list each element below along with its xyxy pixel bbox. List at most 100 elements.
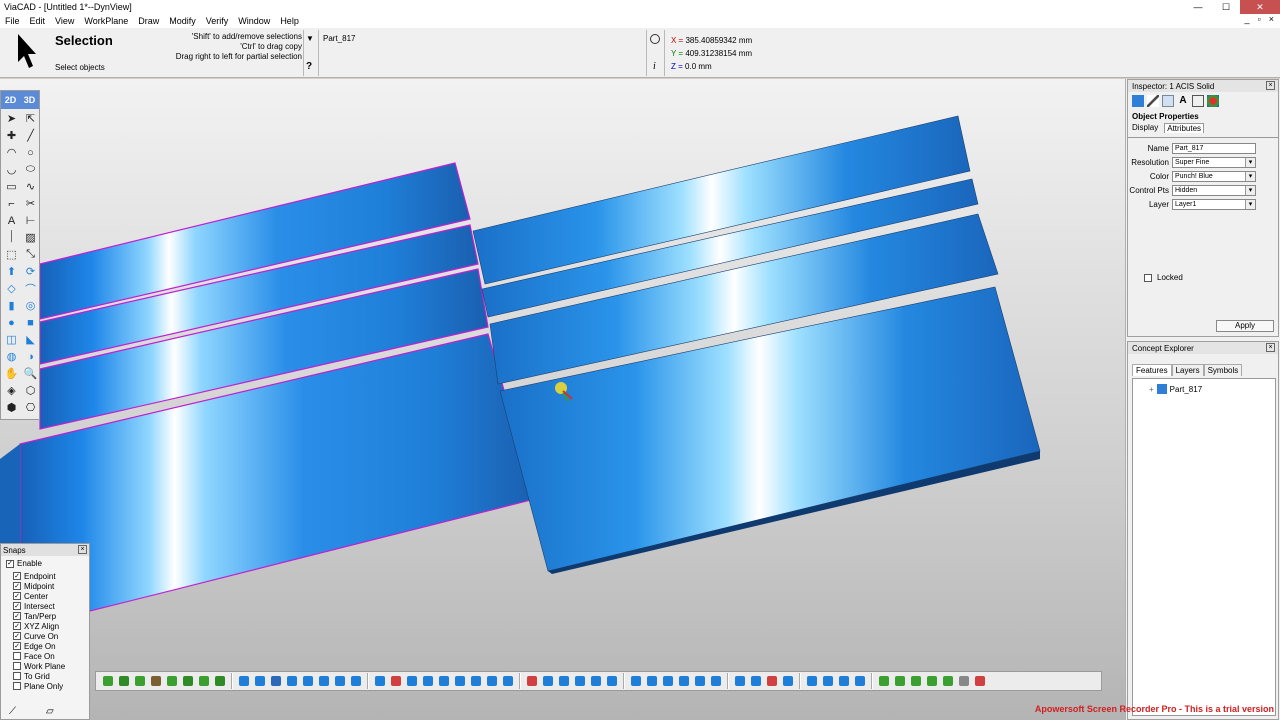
property-dropdown[interactable]: Hidden [1172, 184, 1256, 196]
doc-restore-button[interactable]: ▫ [1258, 14, 1261, 24]
tool-button-icon[interactable] [388, 674, 404, 688]
tool-button-icon[interactable] [732, 674, 748, 688]
tool-button-icon[interactable] [804, 674, 820, 688]
snap-checkbox[interactable] [13, 672, 21, 680]
tool-button-icon[interactable] [540, 674, 556, 688]
rectangle-icon[interactable]: ▭ [2, 178, 21, 195]
tab-attributes[interactable]: Attributes [1164, 123, 1205, 133]
3d-viewport[interactable] [0, 79, 1125, 720]
tool-button-icon[interactable] [708, 674, 724, 688]
snap-option[interactable]: ✓ Intersect [1, 601, 89, 611]
snap-option[interactable]: Face On [1, 651, 89, 661]
tool-button-icon[interactable] [484, 674, 500, 688]
info-icon[interactable]: i [653, 61, 656, 72]
tool-button-icon[interactable] [372, 674, 388, 688]
material-icon[interactable] [1162, 95, 1174, 107]
menu-help[interactable]: Help [275, 16, 304, 26]
tab-2d[interactable]: 2D [1, 91, 20, 109]
property-dropdown[interactable]: Punch! Blue [1172, 170, 1256, 182]
snap-checkbox[interactable] [13, 682, 21, 690]
tool-button-icon[interactable] [876, 674, 892, 688]
filter-dropdown-icon[interactable]: ▼ [306, 34, 314, 43]
snap-checkbox[interactable]: ✓ [13, 592, 21, 600]
tool-button-icon[interactable] [148, 674, 164, 688]
menu-draw[interactable]: Draw [133, 16, 164, 26]
snaps-enable-checkbox[interactable]: ✓ [6, 559, 14, 568]
render-settings-icon[interactable] [1207, 95, 1219, 107]
tab-layers[interactable]: Layers [1171, 364, 1204, 376]
tool-button-icon[interactable] [100, 674, 116, 688]
cylinder-icon[interactable]: ▮ [2, 297, 21, 314]
text-icon[interactable]: A [2, 212, 21, 229]
snap-checkbox[interactable] [13, 652, 21, 660]
fillet-icon[interactable]: ⌐ [2, 195, 21, 212]
tool-button-icon[interactable] [524, 674, 540, 688]
snap-option[interactable]: To Grid [1, 671, 89, 681]
zoom-icon[interactable]: 🔍 [21, 365, 40, 382]
snap-option[interactable]: ✓ XYZ Align [1, 621, 89, 631]
locked-checkbox[interactable] [1144, 273, 1152, 282]
circle-icon[interactable]: ○ [21, 144, 40, 161]
line-icon[interactable]: ╱ [21, 127, 40, 144]
tree-node-part[interactable]: + Part_817 [1149, 384, 1202, 394]
tool-button-icon[interactable] [780, 674, 796, 688]
tab-3d[interactable]: 3D [20, 91, 39, 109]
minimize-button[interactable]: — [1184, 0, 1212, 14]
tool-button-icon[interactable] [764, 674, 780, 688]
snap-checkbox[interactable]: ✓ [13, 642, 21, 650]
view-iso-icon[interactable]: ◈ [2, 382, 21, 399]
apply-button[interactable]: Apply [1216, 320, 1274, 332]
pan-hand-icon[interactable]: ✋ [2, 365, 21, 382]
close-icon[interactable]: × [1266, 343, 1275, 352]
tool-button-icon[interactable] [692, 674, 708, 688]
ellipse-icon[interactable]: ⬭ [21, 161, 40, 178]
tool-button-icon[interactable] [748, 674, 764, 688]
snap-line-icon[interactable]: ⟋ [9, 706, 16, 717]
render-icon[interactable]: ◑ [21, 348, 40, 365]
tool-button-icon[interactable] [676, 674, 692, 688]
tab-display[interactable]: Display [1132, 123, 1158, 133]
text-style-icon[interactable]: A [1177, 95, 1189, 107]
tool-button-icon[interactable] [316, 674, 332, 688]
tool-button-icon[interactable] [852, 674, 868, 688]
snap-checkbox[interactable] [13, 662, 21, 670]
tool-button-icon[interactable] [924, 674, 940, 688]
tool-button-icon[interactable] [452, 674, 468, 688]
dimension-icon[interactable]: ⊢ [21, 212, 40, 229]
tool-button-icon[interactable] [420, 674, 436, 688]
loft-icon[interactable]: ◇ [2, 280, 21, 297]
sweep-icon[interactable]: ⌒ [21, 280, 40, 297]
tool-button-icon[interactable] [196, 674, 212, 688]
arc-tangent-icon[interactable]: ◡ [2, 161, 21, 178]
tool-button-icon[interactable] [660, 674, 676, 688]
tool-button-icon[interactable] [972, 674, 988, 688]
maximize-button[interactable]: ☐ [1212, 0, 1240, 14]
tool-button-icon[interactable] [436, 674, 452, 688]
snap-checkbox[interactable]: ✓ [13, 602, 21, 610]
menu-workplane[interactable]: WorkPlane [79, 16, 133, 26]
pen-icon[interactable] [1147, 95, 1159, 107]
tool-button-icon[interactable] [404, 674, 420, 688]
tool-button-icon[interactable] [500, 674, 516, 688]
point-icon[interactable]: ✚ [2, 127, 21, 144]
snap-checkbox[interactable]: ✓ [13, 612, 21, 620]
snap-option[interactable]: ✓ Tan/Perp [1, 611, 89, 621]
tool-button-icon[interactable] [300, 674, 316, 688]
tool-button-icon[interactable] [284, 674, 300, 688]
tool-button-icon[interactable] [588, 674, 604, 688]
tool-button-icon[interactable] [572, 674, 588, 688]
snap-option[interactable]: ✓ Edge On [1, 641, 89, 651]
tool-button-icon[interactable] [116, 674, 132, 688]
menu-window[interactable]: Window [233, 16, 275, 26]
close-icon[interactable]: × [78, 545, 87, 554]
box-icon[interactable]: ■ [21, 314, 40, 331]
menu-view[interactable]: View [50, 16, 79, 26]
select-arrow-icon[interactable]: ➤ [2, 110, 21, 127]
menu-edit[interactable]: Edit [25, 16, 51, 26]
tool-button-icon[interactable] [236, 674, 252, 688]
tool-button-icon[interactable] [820, 674, 836, 688]
snap-checkbox[interactable]: ✓ [13, 622, 21, 630]
snap-plane-icon[interactable]: ▱ [46, 706, 54, 717]
close-button[interactable]: ✕ [1240, 0, 1280, 14]
tool-button-icon[interactable] [628, 674, 644, 688]
